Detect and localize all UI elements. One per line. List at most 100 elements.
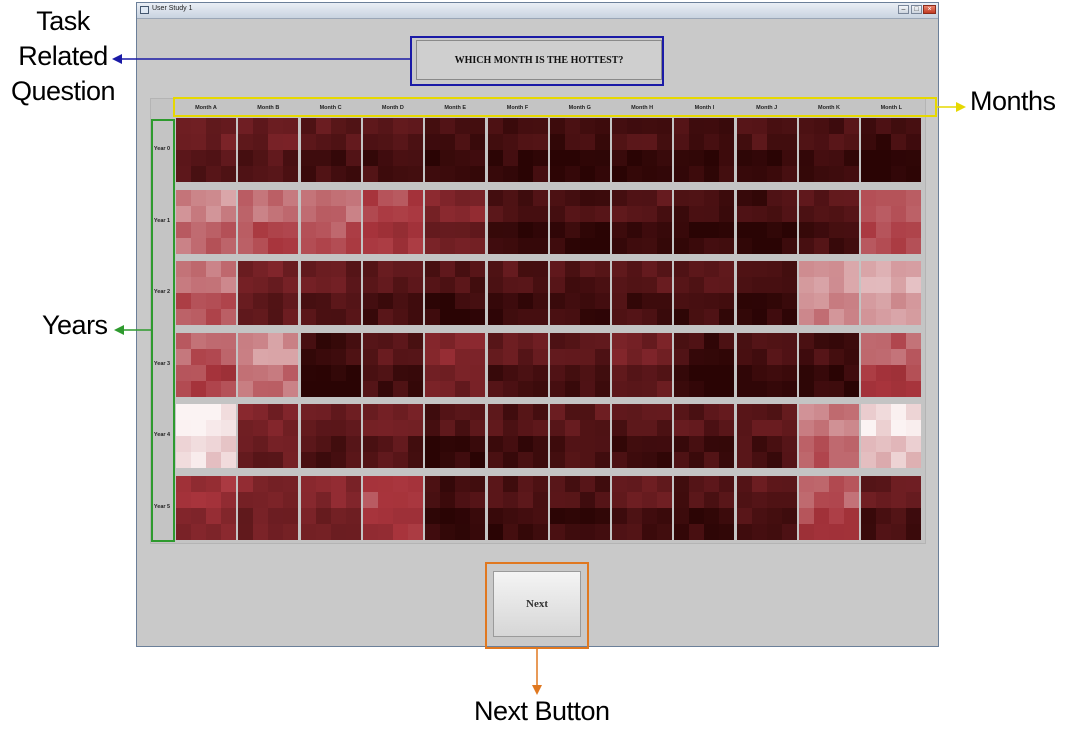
heatmap-cell[interactable]	[861, 118, 922, 182]
heatmap-cell[interactable]	[549, 261, 610, 326]
heatmap-cell[interactable]	[176, 404, 236, 469]
heatmap-tile	[564, 452, 580, 469]
heatmap-cell[interactable]	[612, 261, 673, 326]
heatmap-cell[interactable]	[612, 404, 673, 469]
heatmap-tile	[799, 166, 814, 182]
heatmap-cell[interactable]	[674, 189, 735, 254]
heatmap-tile	[549, 420, 565, 437]
heatmap-cell[interactable]	[300, 332, 361, 397]
heatmap-tile	[392, 221, 408, 238]
heatmap-cell[interactable]	[549, 118, 610, 182]
heatmap-cell[interactable]	[674, 404, 735, 469]
heatmap-cell[interactable]	[425, 118, 486, 182]
heatmap-cell[interactable]	[238, 261, 299, 326]
heatmap-cell[interactable]	[176, 332, 236, 397]
heatmap-cell[interactable]	[861, 332, 922, 397]
heatmap-cell[interactable]	[176, 118, 236, 182]
heatmap-cell[interactable]	[736, 404, 797, 469]
heatmap-cell[interactable]	[799, 261, 859, 326]
heatmap-tile	[829, 476, 844, 492]
heatmap-tile	[268, 364, 284, 381]
heatmap-cell[interactable]	[425, 404, 486, 469]
heatmap-cell[interactable]	[674, 476, 735, 540]
heatmap-cell[interactable]	[861, 189, 922, 254]
heatmap-cell[interactable]	[300, 118, 361, 182]
heatmap-tile	[253, 524, 269, 540]
heatmap-tile	[642, 332, 658, 349]
heatmap-tile	[844, 436, 859, 453]
heatmap-tile	[407, 134, 423, 150]
heatmap-tile	[876, 309, 892, 326]
heatmap-cell[interactable]	[425, 332, 486, 397]
heatmap-cell[interactable]	[238, 476, 299, 540]
heatmap-cell[interactable]	[487, 332, 548, 397]
heatmap-tile	[362, 277, 378, 294]
heatmap-cell[interactable]	[861, 404, 922, 469]
heatmap-cell[interactable]	[549, 404, 610, 469]
heatmap-cell[interactable]	[362, 404, 423, 469]
heatmap-cell[interactable]	[425, 476, 486, 540]
heatmap-cell[interactable]	[487, 476, 548, 540]
heatmap-tile	[455, 309, 471, 326]
heatmap-cell[interactable]	[238, 404, 299, 469]
heatmap-cell[interactable]	[300, 189, 361, 254]
heatmap-cell[interactable]	[425, 189, 486, 254]
heatmap-tile	[502, 134, 518, 150]
heatmap-cell[interactable]	[674, 261, 735, 326]
heatmap-tile	[579, 348, 595, 365]
heatmap-cell[interactable]	[799, 189, 859, 254]
heatmap-cell[interactable]	[736, 476, 797, 540]
heatmap-cell[interactable]	[674, 118, 735, 182]
heatmap-cell[interactable]	[861, 476, 922, 540]
title-bar[interactable]: User Study 1 – □ ×	[137, 3, 938, 19]
heatmap-cell[interactable]	[861, 261, 922, 326]
next-button[interactable]: Next	[493, 571, 581, 637]
heatmap-cell[interactable]	[549, 332, 610, 397]
heatmap-cell[interactable]	[362, 332, 423, 397]
heatmap-cell[interactable]	[549, 189, 610, 254]
heatmap-cell[interactable]	[238, 118, 299, 182]
heatmap-cell[interactable]	[736, 261, 797, 326]
heatmap-tile	[891, 309, 907, 326]
heatmap-cell[interactable]	[362, 118, 423, 182]
heatmap-cell[interactable]	[799, 332, 859, 397]
heatmap-cell[interactable]	[487, 261, 548, 326]
heatmap-cell[interactable]	[487, 404, 548, 469]
close-icon[interactable]: ×	[923, 5, 936, 14]
heatmap-tile	[829, 189, 844, 206]
heatmap-tile	[330, 237, 346, 254]
heatmap-cell[interactable]	[612, 118, 673, 182]
heatmap-cell[interactable]	[300, 261, 361, 326]
heatmap-cell[interactable]	[238, 189, 299, 254]
heatmap-tile	[579, 332, 595, 349]
heatmap-cell[interactable]	[487, 189, 548, 254]
heatmap-tile	[594, 364, 610, 381]
heatmap-cell[interactable]	[736, 332, 797, 397]
heatmap-cell[interactable]	[736, 189, 797, 254]
heatmap-cell[interactable]	[176, 261, 236, 326]
heatmap-cell[interactable]	[300, 404, 361, 469]
heatmap-cell[interactable]	[176, 189, 236, 254]
heatmap-cell[interactable]	[362, 261, 423, 326]
heatmap-cell[interactable]	[300, 476, 361, 540]
heatmap-cell[interactable]	[612, 332, 673, 397]
heatmap-cell[interactable]	[799, 476, 859, 540]
heatmap-cell[interactable]	[612, 476, 673, 540]
heatmap-cell[interactable]	[799, 118, 859, 182]
heatmap-tile	[627, 293, 643, 310]
heatmap-cell[interactable]	[362, 476, 423, 540]
heatmap-cell[interactable]	[736, 118, 797, 182]
heatmap-cell[interactable]	[487, 118, 548, 182]
heatmap-tile	[268, 277, 284, 294]
heatmap-cell[interactable]	[612, 189, 673, 254]
maximize-icon[interactable]: □	[911, 5, 922, 14]
heatmap-cell[interactable]	[674, 332, 735, 397]
heatmap-cell[interactable]	[549, 476, 610, 540]
heatmap-cell[interactable]	[238, 332, 299, 397]
heatmap-tile	[549, 332, 565, 349]
minimize-icon[interactable]: –	[898, 5, 909, 14]
heatmap-cell[interactable]	[425, 261, 486, 326]
heatmap-cell[interactable]	[176, 476, 236, 540]
heatmap-cell[interactable]	[362, 189, 423, 254]
heatmap-cell[interactable]	[799, 404, 859, 469]
